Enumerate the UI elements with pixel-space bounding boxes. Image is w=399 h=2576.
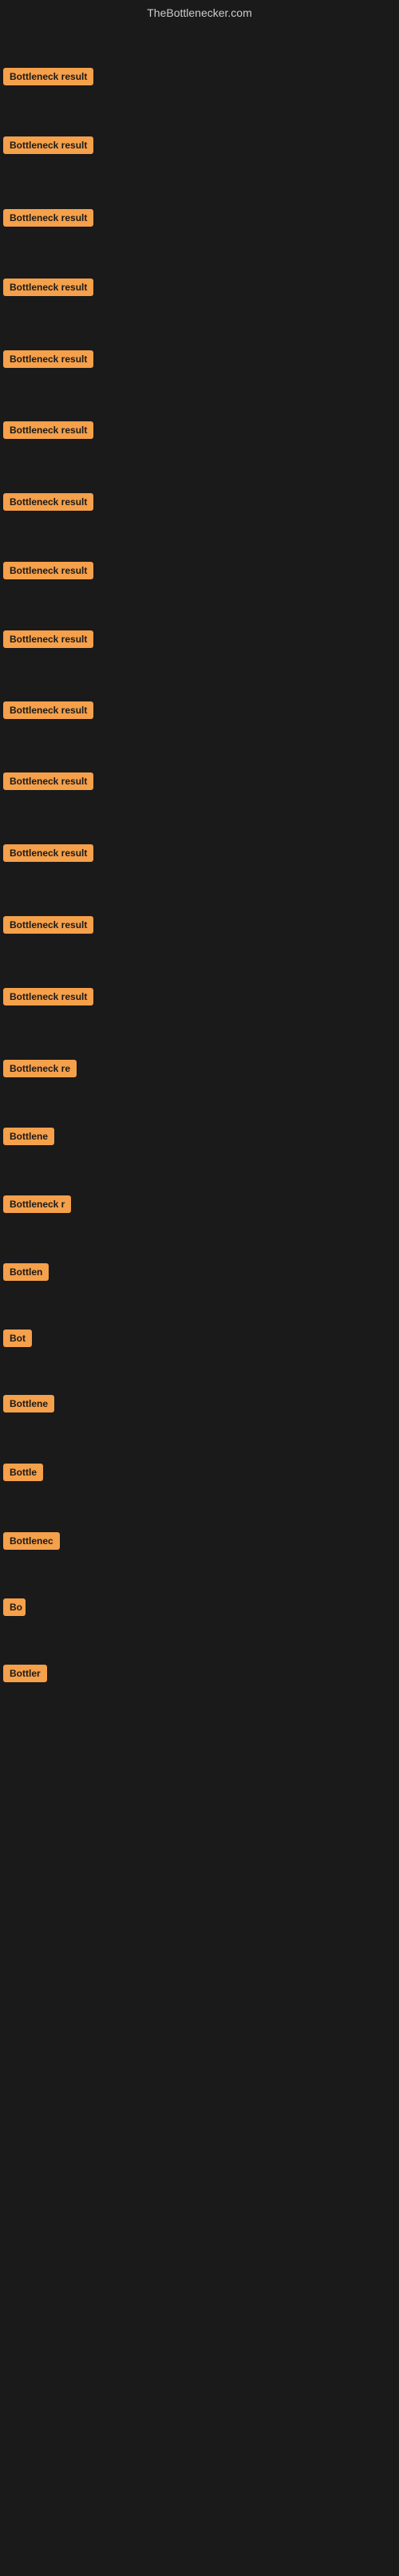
bottleneck-item-24: Bottler xyxy=(3,1665,47,1686)
bottleneck-item-23: Bo xyxy=(3,1598,26,1620)
bottleneck-item-19: Bot xyxy=(3,1329,32,1351)
bottleneck-badge-2: Bottleneck result xyxy=(3,136,93,154)
bottleneck-item-13: Bottleneck result xyxy=(3,916,93,938)
bottleneck-item-10: Bottleneck result xyxy=(3,701,93,723)
bottleneck-badge-17: Bottleneck r xyxy=(3,1195,71,1213)
bottleneck-item-15: Bottleneck re xyxy=(3,1060,77,1081)
bottleneck-badge-1: Bottleneck result xyxy=(3,68,93,85)
bottleneck-item-4: Bottleneck result xyxy=(3,279,93,300)
bottleneck-badge-24: Bottler xyxy=(3,1665,47,1682)
bottleneck-item-2: Bottleneck result xyxy=(3,136,93,158)
bottleneck-item-18: Bottlen xyxy=(3,1263,49,1285)
bottleneck-item-21: Bottle xyxy=(3,1464,43,1485)
bottleneck-badge-8: Bottleneck result xyxy=(3,562,93,579)
site-title: TheBottlenecker.com xyxy=(0,0,399,22)
bottleneck-item-1: Bottleneck result xyxy=(3,68,93,89)
bottleneck-item-6: Bottleneck result xyxy=(3,421,93,443)
bottleneck-badge-15: Bottleneck re xyxy=(3,1060,77,1077)
bottleneck-badge-20: Bottlene xyxy=(3,1395,54,1412)
bottleneck-item-16: Bottlene xyxy=(3,1128,54,1149)
bottleneck-item-14: Bottleneck result xyxy=(3,988,93,1009)
bottleneck-badge-18: Bottlen xyxy=(3,1263,49,1281)
bottleneck-item-8: Bottleneck result xyxy=(3,562,93,583)
bottleneck-badge-21: Bottle xyxy=(3,1464,43,1481)
bottleneck-item-12: Bottleneck result xyxy=(3,844,93,866)
bottleneck-badge-10: Bottleneck result xyxy=(3,701,93,719)
bottleneck-badge-4: Bottleneck result xyxy=(3,279,93,296)
bottleneck-badge-13: Bottleneck result xyxy=(3,916,93,934)
bottleneck-item-3: Bottleneck result xyxy=(3,209,93,231)
bottleneck-item-17: Bottleneck r xyxy=(3,1195,71,1217)
bottleneck-badge-14: Bottleneck result xyxy=(3,988,93,1006)
bottleneck-badge-9: Bottleneck result xyxy=(3,630,93,648)
bottleneck-badge-11: Bottleneck result xyxy=(3,772,93,790)
bottleneck-badge-3: Bottleneck result xyxy=(3,209,93,227)
bottleneck-badge-22: Bottlenec xyxy=(3,1532,60,1550)
bottleneck-item-9: Bottleneck result xyxy=(3,630,93,652)
bottleneck-badge-12: Bottleneck result xyxy=(3,844,93,862)
bottleneck-item-11: Bottleneck result xyxy=(3,772,93,794)
bottleneck-badge-7: Bottleneck result xyxy=(3,493,93,511)
bottleneck-badge-19: Bot xyxy=(3,1329,32,1347)
bottleneck-badge-16: Bottlene xyxy=(3,1128,54,1145)
bottleneck-item-22: Bottlenec xyxy=(3,1532,60,1554)
bottleneck-item-5: Bottleneck result xyxy=(3,350,93,372)
bottleneck-badge-23: Bo xyxy=(3,1598,26,1616)
bottleneck-item-7: Bottleneck result xyxy=(3,493,93,515)
bottleneck-badge-6: Bottleneck result xyxy=(3,421,93,439)
bottleneck-item-20: Bottlene xyxy=(3,1395,54,1416)
bottleneck-badge-5: Bottleneck result xyxy=(3,350,93,368)
